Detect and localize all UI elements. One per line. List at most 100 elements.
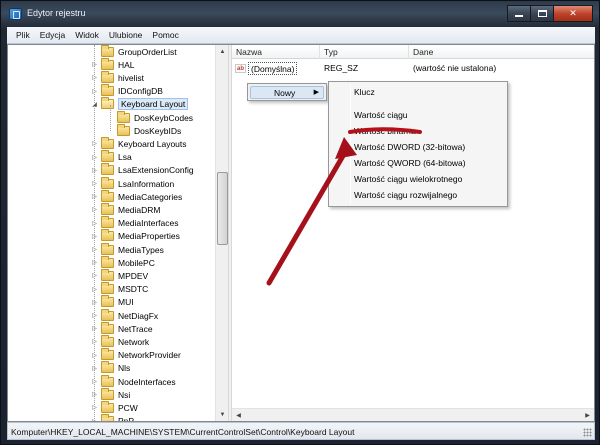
scroll-left-icon[interactable]: ◀	[232, 409, 245, 422]
menu-item-wartosc-qword[interactable]: Wartość QWORD (64-bitowa)	[354, 157, 466, 170]
scroll-thumb[interactable]	[217, 172, 228, 245]
folder-icon	[101, 334, 114, 347]
tree-item[interactable]: ▷ Network	[8, 334, 218, 348]
menu-widok[interactable]: Widok	[70, 30, 104, 40]
submenu-arrow-icon: ▶	[313, 89, 319, 96]
folder-icon	[117, 123, 130, 136]
minimize-button[interactable]	[507, 5, 531, 22]
folder-icon	[101, 361, 114, 374]
folder-icon	[101, 163, 114, 176]
menu-item-klucz[interactable]: Klucz	[354, 86, 375, 99]
tree-item-label: LsaInformation	[118, 178, 175, 189]
folder-icon	[101, 57, 114, 70]
regedit-icon	[9, 8, 22, 20]
tree-item-label: PnP	[118, 416, 134, 421]
folder-icon	[101, 387, 114, 400]
column-header-data[interactable]: Dane	[409, 45, 594, 59]
tree-item[interactable]: DosKeybIDs	[8, 123, 218, 137]
tree-item-label: DosKeybIDs	[134, 125, 182, 136]
tree-item-label: MPDEV	[118, 270, 149, 281]
tree-connector-line	[94, 45, 95, 421]
tree-item[interactable]: ▷ MediaCategories	[8, 189, 218, 203]
folder-icon	[117, 110, 130, 123]
tree-item[interactable]: ▷ LsaExtensionConfig	[8, 163, 218, 177]
tree-item[interactable]: ▷ MediaDRM	[8, 202, 218, 216]
tree-item-label: MediaTypes	[118, 244, 164, 255]
folder-icon	[101, 255, 114, 268]
tree-item[interactable]: ▷ NodeInterfaces	[8, 374, 218, 388]
tree-item[interactable]: ▷ PCW	[8, 400, 218, 414]
tree-item-label: IDConfigDB	[118, 86, 163, 97]
menu-edycja[interactable]: Edycja	[35, 30, 71, 40]
folder-icon	[101, 414, 114, 421]
close-button[interactable]: ✕	[553, 5, 593, 22]
tree-item[interactable]: ▷ NetworkProvider	[8, 348, 218, 362]
tree-item[interactable]: DosKeybCodes	[8, 110, 218, 124]
tree-item-label: Keyboard Layout	[118, 98, 189, 111]
folder-icon	[101, 242, 114, 255]
tree-item[interactable]: ▷ hivelist	[8, 70, 218, 84]
column-header-name[interactable]: Nazwa	[232, 45, 320, 59]
menu-plik[interactable]: Plik	[11, 30, 35, 40]
folder-icon	[101, 268, 114, 281]
tree-item[interactable]: ▷ Nls	[8, 361, 218, 375]
tree-item-label: Nls	[118, 363, 131, 374]
tree-item[interactable]: ▷ MediaProperties	[8, 229, 218, 243]
tree-item[interactable]: ▷ Lsa	[8, 150, 218, 164]
tree-item[interactable]: ▷ Nsi	[8, 387, 218, 401]
tree-item-label: NetworkProvider	[118, 350, 181, 361]
title-bar[interactable]: Edytor rejestru ✕	[1, 1, 599, 27]
menu-gutter	[350, 84, 351, 204]
tree-item-label: PCW	[118, 402, 138, 413]
tree-item-label: NodeInterfaces	[118, 376, 176, 387]
tree-item[interactable]: ▷ IDConfigDB	[8, 84, 218, 98]
folder-icon	[101, 229, 114, 242]
tree-item[interactable]: ▷PnP	[8, 414, 218, 421]
tree-vertical-scrollbar[interactable]: ▲ ▼	[215, 45, 228, 421]
tree-item-label: GroupOrderList	[118, 46, 177, 57]
folder-icon	[101, 150, 114, 163]
menu-pomoc[interactable]: Pomoc	[147, 30, 183, 40]
tree-item-label: Keyboard Layouts	[118, 138, 187, 149]
tree-item[interactable]: ▷ MediaTypes	[8, 242, 218, 256]
tree-item[interactable]: ▷ HAL	[8, 57, 218, 71]
menu-item-nowy[interactable]: Nowy ▶	[250, 86, 324, 99]
registry-tree[interactable]: GroupOrderList ▷ HAL ▷ hivelist ▷ IDConfigDB ◢ K…	[8, 45, 228, 421]
menu-ulubione[interactable]: Ulubione	[104, 30, 148, 40]
tree-item[interactable]: ▷ LsaInformation	[8, 176, 218, 190]
tree-item-label: MediaProperties	[118, 231, 180, 242]
tree-item[interactable]: ▷ MUI	[8, 295, 218, 309]
tree-item[interactable]: ◢ Keyboard Layout	[8, 97, 218, 111]
menu-item-wartosc-ciagu-wielokrotnego[interactable]: Wartość ciągu wielokrotnego	[354, 173, 462, 186]
tree-item[interactable]: GroupOrderList	[8, 45, 218, 58]
maximize-button[interactable]	[530, 5, 554, 22]
tree-item[interactable]: ▷ NetDiagFx	[8, 308, 218, 322]
tree-item[interactable]: ▷ MediaInterfaces	[8, 216, 218, 230]
folder-icon	[101, 295, 114, 308]
menu-item-wartosc-ciagu[interactable]: Wartość ciągu	[354, 109, 408, 122]
tree-item[interactable]: ▷ MSDTC	[8, 282, 218, 296]
resize-grip-icon[interactable]	[583, 428, 592, 437]
folder-icon	[101, 45, 114, 57]
folder-icon	[101, 136, 114, 149]
tree-item-label: NetDiagFx	[118, 310, 159, 321]
menu-item-wartosc-dword[interactable]: Wartość DWORD (32-bitowa)	[354, 141, 465, 154]
tree-item[interactable]: ▷ Keyboard Layouts	[8, 136, 218, 150]
menu-item-wartosc-ciagu-rozwijalnego[interactable]: Wartość ciągu rozwijalnego	[354, 189, 457, 202]
menu-item-wartosc-binarna[interactable]: Wartość binarna	[354, 125, 416, 138]
list-horizontal-scrollbar[interactable]: ◀ ▶	[232, 408, 594, 421]
folder-icon	[101, 282, 114, 295]
string-value-icon: ab	[235, 64, 246, 73]
tree-item[interactable]: ▷ NetTrace	[8, 321, 218, 335]
folder-icon	[101, 176, 114, 189]
list-item[interactable]: ab (Domyślna) REG_SZ (wartość nie ustalo…	[232, 62, 594, 75]
value-data: (wartość nie ustalona)	[413, 63, 497, 73]
scroll-right-icon[interactable]: ▶	[581, 409, 594, 422]
folder-icon	[101, 348, 114, 361]
tree-item-label: MSDTC	[118, 284, 149, 295]
column-header-type[interactable]: Typ	[320, 45, 409, 59]
tree-item[interactable]: ▷ MPDEV	[8, 268, 218, 282]
tree-item[interactable]: ▷ MobilePC	[8, 255, 218, 269]
tree-item-label: Nsi	[118, 389, 131, 400]
list-header: Nazwa Typ Dane	[232, 45, 594, 59]
